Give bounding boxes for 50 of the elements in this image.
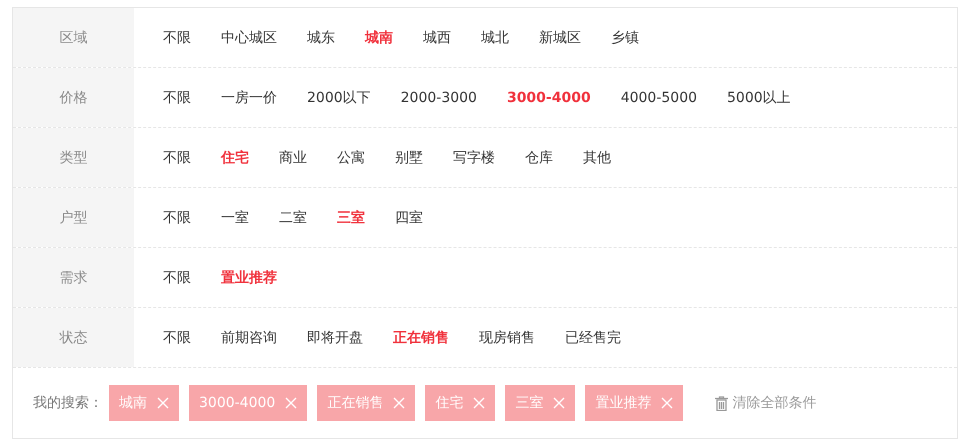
filter-label: 区域 <box>60 28 88 46</box>
filter-option[interactable]: 新城区 <box>524 28 596 46</box>
filter-option[interactable]: 不限 <box>148 148 206 166</box>
filter-option[interactable]: 前期咨询 <box>206 328 292 346</box>
search-label: 我的搜索： <box>33 394 103 412</box>
filter-option[interactable]: 三室 <box>322 208 380 226</box>
filter-option[interactable]: 不限 <box>148 28 206 46</box>
filter-option[interactable]: 已经售完 <box>550 328 636 346</box>
filter-option[interactable]: 商业 <box>264 148 322 166</box>
filter-label: 类型 <box>60 148 88 166</box>
filter-option[interactable]: 不限 <box>148 328 206 346</box>
filter-option[interactable]: 写字楼 <box>438 148 510 166</box>
filter-option[interactable]: 即将开盘 <box>292 328 378 346</box>
filter-option[interactable]: 正在销售 <box>378 328 464 346</box>
filter-label: 户型 <box>60 208 88 226</box>
filter-label: 需求 <box>60 268 88 286</box>
filter-option[interactable]: 仓库 <box>510 148 568 166</box>
filter-option[interactable]: 城北 <box>466 28 524 46</box>
filter-option[interactable]: 城南 <box>350 28 408 46</box>
filter-option[interactable]: 住宅 <box>206 148 264 166</box>
filter-option[interactable]: 置业推荐 <box>206 268 292 286</box>
filter-option[interactable]: 一房一价 <box>206 88 292 106</box>
close-icon[interactable] <box>473 397 486 409</box>
filter-option[interactable]: 现房销售 <box>464 328 550 346</box>
filter-option[interactable]: 不限 <box>148 268 206 286</box>
close-icon[interactable] <box>661 397 674 409</box>
filter-option[interactable]: 城东 <box>292 28 350 46</box>
filter-option[interactable]: 二室 <box>264 208 322 226</box>
filter-option[interactable]: 2000-3000 <box>386 90 492 106</box>
filter-option[interactable]: 2000以下 <box>292 88 386 106</box>
filter-option[interactable]: 不限 <box>148 208 206 226</box>
trash-icon <box>715 396 728 410</box>
filter-label: 价格 <box>60 88 88 106</box>
filter-option[interactable]: 中心城区 <box>206 28 292 46</box>
filter-option[interactable]: 其他 <box>568 148 626 166</box>
filter-option[interactable]: 4000-5000 <box>606 90 712 106</box>
filter-option[interactable]: 一室 <box>206 208 264 226</box>
filter-option[interactable]: 别墅 <box>380 148 438 166</box>
filter-option[interactable]: 乡镇 <box>596 28 654 46</box>
filter-option[interactable]: 城西 <box>408 28 466 46</box>
filter-option[interactable]: 5000以上 <box>712 88 806 106</box>
filter-option[interactable]: 公寓 <box>322 148 380 166</box>
filter-option[interactable]: 不限 <box>148 88 206 106</box>
close-icon[interactable] <box>553 397 566 409</box>
filter-option[interactable]: 3000-4000 <box>492 90 606 106</box>
close-icon[interactable] <box>157 397 169 409</box>
filter-label: 状态 <box>60 328 88 346</box>
filter-option[interactable]: 四室 <box>380 208 438 226</box>
close-icon[interactable] <box>393 397 406 409</box>
close-icon[interactable] <box>285 397 298 409</box>
